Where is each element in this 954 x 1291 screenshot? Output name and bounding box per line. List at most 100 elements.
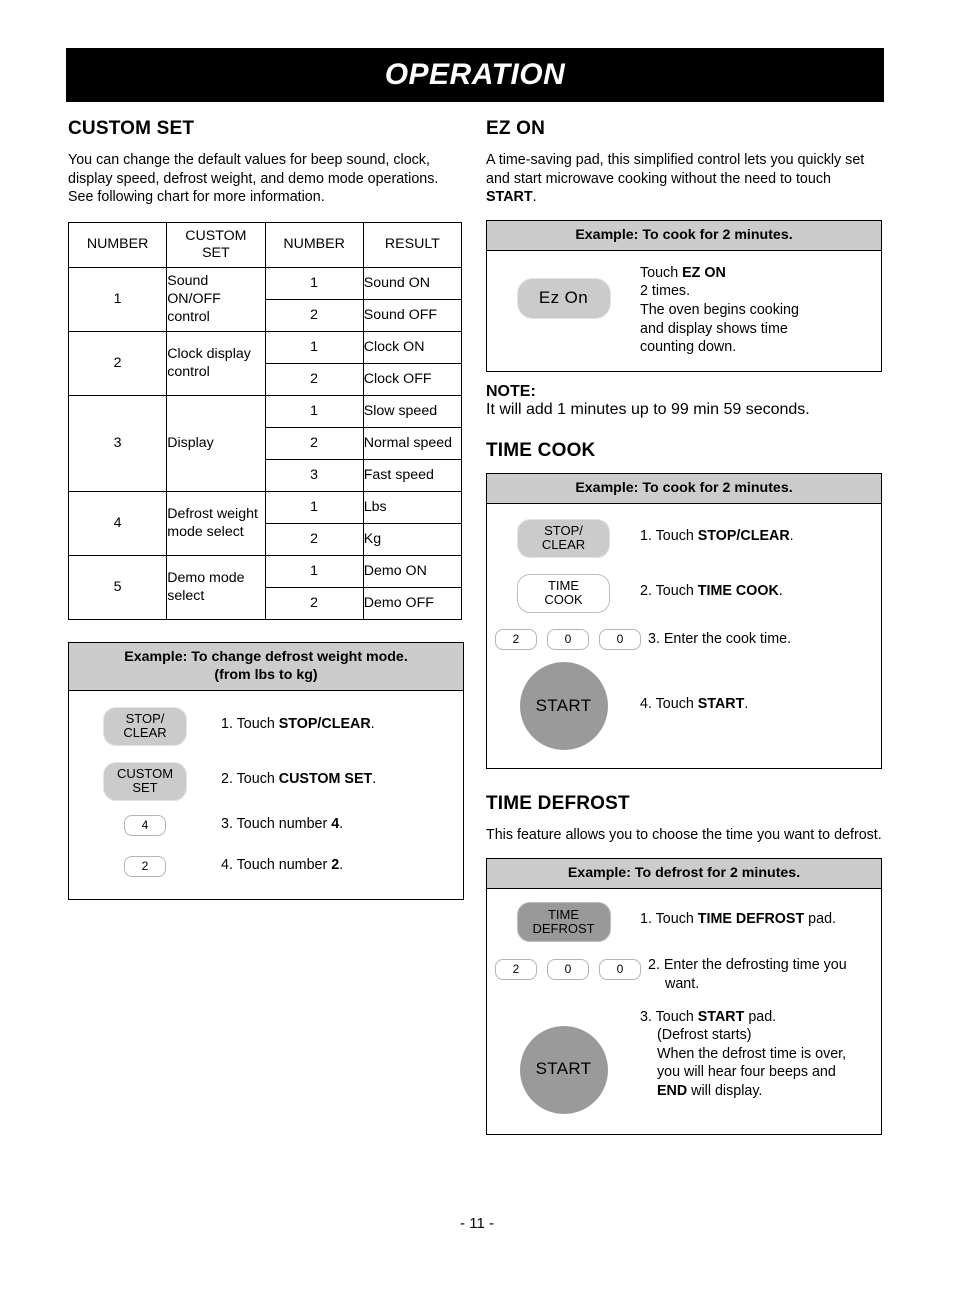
step-pad-slot: 2	[69, 855, 221, 877]
option-number: 2	[264, 426, 364, 460]
custom-set-intro-second-line: See following chart for more information…	[68, 189, 325, 206]
step-pad-slot: STOP/CLEAR	[69, 706, 221, 746]
table-row: 2 Clock display control 1 Clock ON	[67, 330, 463, 396]
ez-on-intro-paragraph: A time-saving pad, this simplified contr…	[486, 152, 865, 206]
page-title: OPERATION	[384, 58, 566, 91]
number-pad-2[interactable]: 2	[124, 855, 166, 877]
number-pad-row: 2 0 0	[495, 628, 641, 650]
option-number: 1	[264, 490, 364, 524]
option-result: Clock ON	[362, 330, 463, 364]
step-row: TIME DEFROST 1. Touch TIME DEFROST pad.	[487, 902, 881, 943]
option-number: 1	[264, 554, 364, 588]
number-pad-label: 0	[564, 631, 572, 646]
stop-clear-pad[interactable]: STOP/CLEAR	[517, 518, 610, 558]
time-cook-pad[interactable]: TIME COOK	[517, 573, 610, 613]
section-heading-time-cook: TIME COOK	[486, 439, 596, 461]
col-header-result: RESULT	[362, 221, 463, 268]
time-defrost-pad[interactable]: TIME DEFROST	[516, 902, 611, 943]
group-custom-set: Demo mode select	[166, 554, 266, 620]
example-box-time-cook: Example: To cook for 2 minutes. STOP/CLE…	[486, 472, 882, 769]
example-header-time-cook: Example: To cook for 2 minutes.	[487, 473, 881, 504]
group-custom-set: Defrost weight mode select	[166, 490, 266, 556]
step-pad-slot: STOP/CLEAR	[487, 518, 640, 558]
note-text: It will add 1 minutes up to 99 min 59 se…	[486, 400, 810, 418]
stop-clear-pad[interactable]: STOP/CLEAR	[103, 706, 187, 746]
page-footer: - 11 -	[0, 1215, 954, 1232]
section-heading-custom-set: CUSTOM SET	[68, 118, 195, 139]
step-text: 4. Touch START.	[640, 695, 749, 712]
start-pad-label: START	[535, 695, 592, 715]
option-number: 2	[264, 522, 364, 556]
option-result: Clock OFF	[362, 362, 463, 396]
step-pad-slot: 4	[69, 814, 221, 836]
example-header-ez-on: Example: To cook for 2 minutes.	[487, 220, 881, 251]
start-pad[interactable]: START	[519, 661, 608, 750]
option-result: Kg	[362, 522, 463, 556]
example-box-time-defrost: Example: To defrost for 2 minutes. TIME D…	[486, 858, 882, 1135]
step-text: Touch EZ ON 2 times. The oven begins coo…	[640, 264, 799, 356]
example-body-ez-on: Ez On Touch EZ ON 2 times. The oven begi…	[487, 251, 881, 371]
step-pad-slot: START	[487, 1008, 640, 1114]
step-text: 1. Touch TIME DEFROST pad.	[640, 911, 837, 928]
number-pad-4[interactable]: 4	[124, 814, 166, 836]
table-row: 1 Sound ON/OFF control 1 Sound ON	[67, 266, 463, 332]
number-pad-0-first[interactable]: 0	[547, 628, 589, 650]
col-header-custom-set: CUSTOM SET	[166, 221, 266, 268]
section-heading-ez-on: EZ ON	[486, 118, 546, 139]
group-number: 2	[67, 330, 168, 396]
step-row: 2 4. Touch number 2.	[69, 855, 463, 877]
option-result: Demo ON	[362, 554, 463, 588]
col-header-number-left: NUMBER	[67, 221, 168, 268]
option-result: Normal speed	[362, 426, 463, 460]
option-number: 1	[264, 330, 364, 364]
number-pad-label: 2	[512, 962, 520, 977]
step-text: 3. Touch number 4.	[221, 815, 344, 832]
step-row: START 4. Touch START.	[487, 661, 881, 750]
number-pad-4-label: 4	[141, 817, 149, 832]
option-result: Demo OFF	[362, 586, 463, 620]
option-result: Lbs	[362, 490, 463, 524]
number-pad-label: 0	[616, 962, 624, 977]
step-row: 2 0 0 3. Enter the cook time.	[487, 628, 881, 650]
step-pad-slot: START	[487, 661, 640, 750]
example-box-ez-on: Example: To cook for 2 minutes. Ez On To…	[486, 219, 882, 372]
start-pad[interactable]: START	[519, 1025, 608, 1114]
custom-set-pad-label: CUSTOM SET	[116, 766, 174, 796]
group-custom-set: Display	[166, 394, 266, 492]
number-pad-0-second[interactable]: 0	[599, 959, 641, 981]
number-pad-2[interactable]: 2	[495, 628, 537, 650]
example-body-custom-set: STOP/CLEAR 1. Touch STOP/CLEAR. CUSTOM SE…	[69, 691, 463, 899]
group-number: 4	[67, 490, 168, 556]
section-heading-time-defrost: TIME DEFROST	[486, 792, 630, 814]
ez-on-pad[interactable]: Ez On	[516, 277, 611, 319]
number-pad-0-second[interactable]: 0	[599, 628, 641, 650]
ez-on-note: NOTE: It will add 1 minutes up to 99 min…	[486, 383, 882, 419]
table-row: 5 Demo mode select 1 Demo ON	[67, 554, 463, 620]
example-body-time-cook: STOP/CLEAR 1. Touch STOP/CLEAR. TIME COOK…	[487, 504, 881, 768]
step-pad-slot: TIME DEFROST	[487, 902, 640, 943]
step-text: 1. Touch STOP/CLEAR.	[221, 715, 375, 732]
group-custom-set: Clock display control	[166, 330, 266, 396]
step-row: 4 3. Touch number 4.	[69, 814, 463, 836]
number-pad-2[interactable]: 2	[495, 959, 537, 981]
step-row: STOP/CLEAR 1. Touch STOP/CLEAR.	[487, 518, 881, 558]
table-row: 3 Display 1 Slow speed	[67, 394, 463, 492]
option-number: 2	[264, 298, 364, 332]
number-pad-label: 0	[616, 631, 624, 646]
option-result: Sound ON	[362, 266, 463, 300]
time-cook-pad-label: TIME COOK	[544, 578, 583, 608]
ez-on-pad-label: Ez On	[538, 288, 589, 308]
number-pad-label: 2	[512, 631, 520, 646]
example-body-time-defrost: TIME DEFROST 1. Touch TIME DEFROST pad. 2…	[487, 889, 881, 1133]
number-pad-0-first[interactable]: 0	[547, 959, 589, 981]
step-row: Ez On Touch EZ ON 2 times. The oven begi…	[487, 264, 881, 357]
custom-set-table: NUMBER CUSTOM SET NUMBER RESULT 1 Sound O…	[67, 221, 463, 620]
step-text: 3. Touch START pad. (Defrost starts) Whe…	[640, 1008, 847, 1099]
step-pad-slot: 2 0 0	[487, 628, 648, 650]
option-number: 2	[264, 586, 364, 620]
step-pad-slot: CUSTOM SET	[69, 761, 221, 801]
custom-set-pad[interactable]: CUSTOM SET	[103, 761, 187, 801]
group-number: 5	[67, 554, 168, 620]
step-pad-slot: Ez On	[487, 264, 640, 319]
stop-clear-pad-label: STOP/CLEAR	[541, 523, 586, 553]
